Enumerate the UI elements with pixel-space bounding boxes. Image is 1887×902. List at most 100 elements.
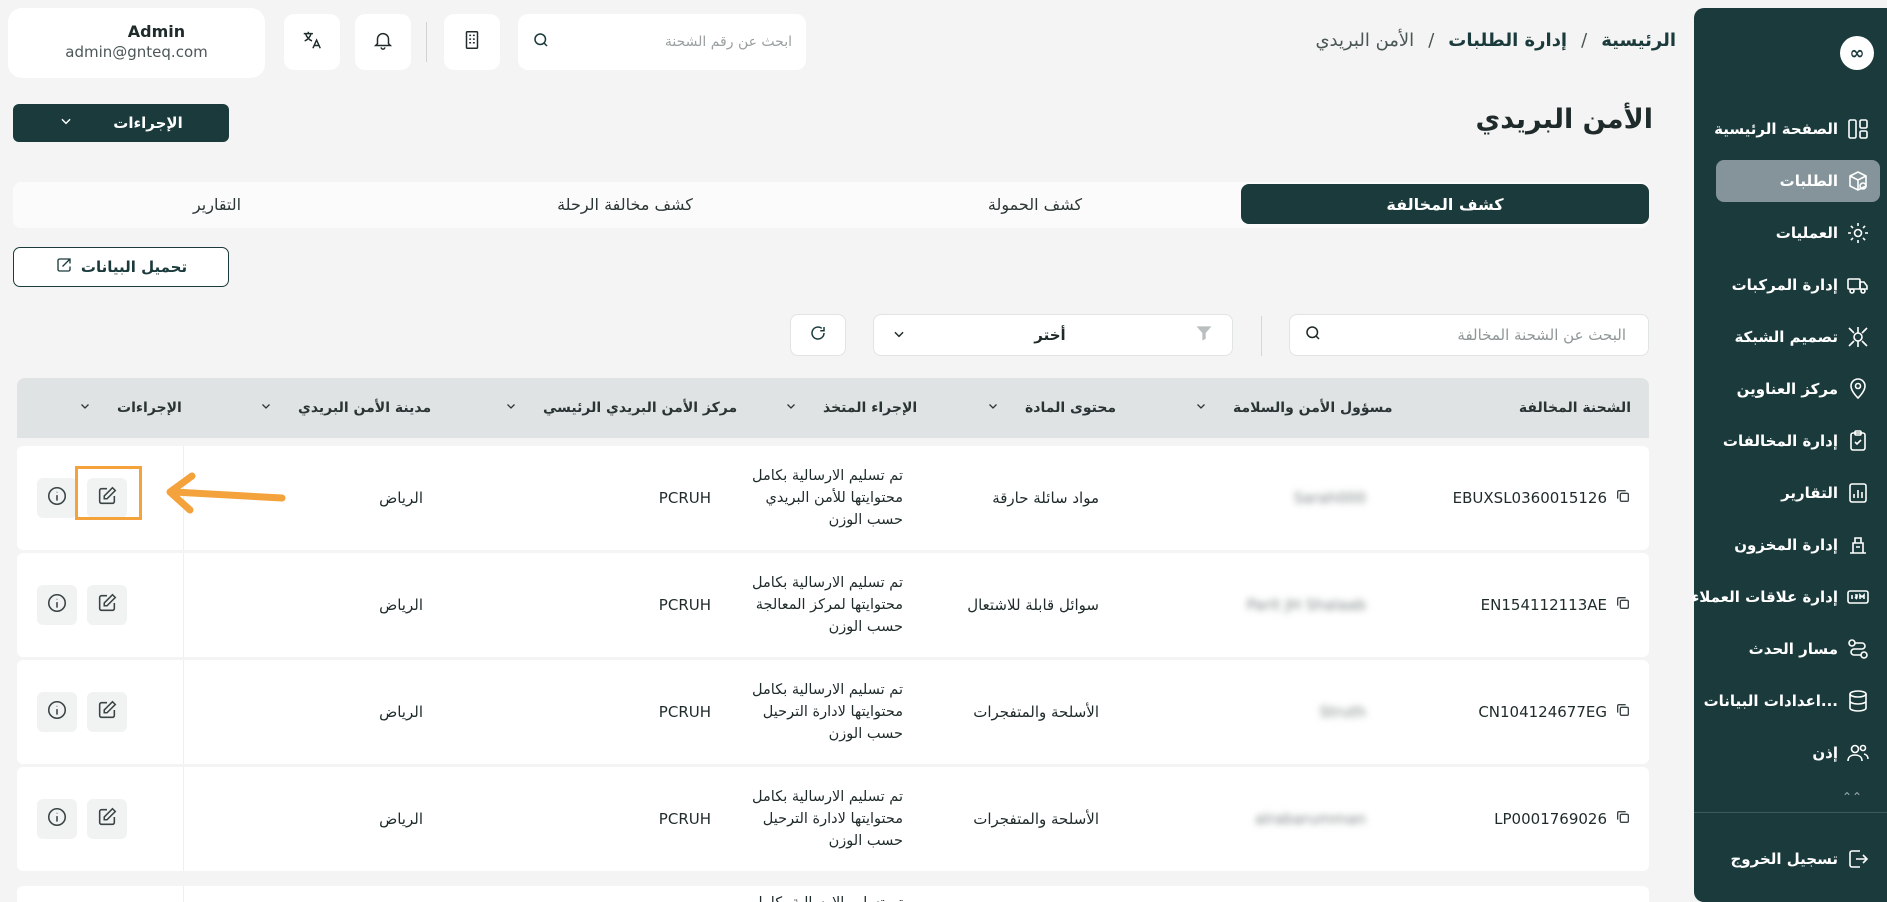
- bell-icon: [372, 29, 394, 55]
- shipment-cell: LP0001769026: [1494, 767, 1631, 871]
- table-header: الشحنة المخالفة مسؤول الأمن والسلامة محت…: [17, 378, 1649, 438]
- shipment-number[interactable]: CN104124677EG: [1478, 703, 1607, 721]
- table-row: EN154112113AE Parit JH Shalaab سوائل قابلة…: [17, 553, 1649, 657]
- load-data-button[interactable]: تحميل البيانات: [13, 247, 229, 287]
- sidebar-item-inventory[interactable]: إدارة المخزون: [1716, 524, 1880, 566]
- sidebar-item-vehicles[interactable]: إدارة المركبات: [1716, 264, 1880, 306]
- filter-select-value: أختر: [1034, 326, 1066, 344]
- package-icon: [1846, 169, 1870, 193]
- tab-trip-violation[interactable]: كشف مخالفة الرحلة: [421, 184, 829, 224]
- column-header-action-taken[interactable]: الإجراء المتخذ: [785, 378, 917, 438]
- info-icon: [46, 699, 68, 725]
- sidebar-item-data-settings[interactable]: اعدادات البيانات...: [1704, 680, 1880, 722]
- info-button[interactable]: [37, 585, 77, 625]
- filter-select[interactable]: أختر: [873, 314, 1233, 356]
- sidebar-item-event-path[interactable]: مسار الحدث: [1716, 628, 1880, 670]
- edit-icon: [96, 699, 118, 725]
- logout-button[interactable]: تسجيل الخروج: [1716, 838, 1880, 880]
- column-divider: [183, 553, 184, 657]
- action-taken-line: حسب الوزن: [828, 833, 903, 849]
- copy-icon[interactable]: [1615, 702, 1631, 722]
- edit-button[interactable]: [87, 692, 127, 732]
- column-header-label: محتوى المادة: [1025, 400, 1117, 416]
- breadcrumb-home[interactable]: الرئيسية: [1601, 30, 1676, 51]
- sidebar-item-addresses[interactable]: مركز العناوين: [1716, 368, 1880, 410]
- city-cell: الرياض: [379, 810, 423, 828]
- info-button[interactable]: [37, 692, 77, 732]
- column-header-label: الإجراء المتخذ: [823, 400, 918, 416]
- shipment-number[interactable]: EBUXSL0360015126: [1453, 489, 1607, 507]
- violation-search-bar: [1289, 314, 1649, 356]
- content-cell: الأسلحة والمتفجرات: [973, 810, 1099, 828]
- copy-icon[interactable]: [1615, 809, 1631, 829]
- notifications-button[interactable]: [355, 14, 411, 70]
- city-cell: الرياض: [379, 596, 423, 614]
- shipment-search-input[interactable]: [550, 34, 792, 50]
- officer-cell: Parit JH Shalaab: [1246, 596, 1366, 614]
- shipment-number[interactable]: EN154112113AE: [1481, 596, 1607, 614]
- edit-button-highlight: [75, 466, 142, 520]
- dashboard-icon: [1846, 117, 1870, 141]
- building-button[interactable]: [444, 14, 500, 70]
- column-header-label: مسؤول الأمن والسلامة: [1233, 400, 1393, 416]
- chevron-down-icon: [260, 400, 272, 416]
- content-cell: سوائل قابلة للاشتعال: [967, 596, 1099, 614]
- action-taken-cell: تم تسليم الارسالية بكامل محتوايتها لادارة…: [728, 767, 903, 871]
- chevron-down-icon: [505, 400, 517, 416]
- sidebar-item-label: إدارة المركبات: [1731, 276, 1838, 294]
- annotation-arrow: [166, 472, 286, 514]
- actions-dropdown-button[interactable]: الإجراءات: [13, 104, 229, 142]
- info-button[interactable]: [37, 478, 77, 518]
- violation-search-input[interactable]: [1322, 326, 1626, 344]
- sidebar-item-crm[interactable]: إدارة علاقات العملاء: [1692, 576, 1880, 618]
- copy-icon[interactable]: [1615, 488, 1631, 508]
- user-name: Admin: [127, 22, 186, 41]
- logout-label: تسجيل الخروج: [1730, 850, 1839, 868]
- edit-button[interactable]: [87, 799, 127, 839]
- sidebar-item-reports[interactable]: التقارير: [1716, 472, 1880, 514]
- column-header-shipment[interactable]: الشحنة المخالفة: [1519, 378, 1631, 438]
- copy-icon[interactable]: [1615, 595, 1631, 615]
- column-header-actions[interactable]: الإجراءات: [79, 378, 182, 438]
- column-header-label: مدينة الأمن البريدي: [298, 400, 432, 416]
- sidebar-item-violations[interactable]: إدارة المخالفات: [1716, 420, 1880, 462]
- tab-violation-detection[interactable]: كشف المخالفة: [1241, 184, 1649, 224]
- refresh-button[interactable]: [790, 314, 846, 356]
- column-header-label: مركز الأمن البريدي الرئيسي: [543, 400, 738, 416]
- sidebar-item-permissions[interactable]: إذن: [1716, 732, 1880, 774]
- sidebar-item-operations[interactable]: العمليات: [1716, 212, 1880, 254]
- breadcrumb-orders[interactable]: إدارة الطلبات: [1448, 30, 1567, 51]
- table-row: CN104124677EG Struth الأسلحة والمتفجرات تم …: [17, 660, 1649, 764]
- breadcrumb: الرئيسية / إدارة الطلبات / الأمن البريدي: [1315, 30, 1676, 51]
- search-icon: [1304, 324, 1322, 346]
- users-icon: [1846, 741, 1870, 765]
- user-card[interactable]: Admin admin@gnteq.com: [8, 8, 265, 78]
- tab-reports[interactable]: التقارير: [13, 184, 421, 224]
- center-cell: PCRUH: [658, 596, 711, 614]
- officer-cell: Sarah000: [1293, 489, 1366, 507]
- sidebar-item-network[interactable]: تصميم الشبكة: [1716, 316, 1880, 358]
- language-button[interactable]: [284, 14, 340, 70]
- info-button[interactable]: [37, 799, 77, 839]
- shipment-cell: EBUXSL0360015126: [1453, 446, 1631, 550]
- column-header-center[interactable]: مركز الأمن البريدي الرئيسي: [505, 378, 737, 438]
- sidebar-item-label: العمليات: [1775, 224, 1838, 242]
- column-header-officer[interactable]: مسؤول الأمن والسلامة: [1195, 378, 1393, 438]
- shipment-search-bar: [518, 14, 806, 70]
- action-taken-line: تم تسليم الارسالية بكامل: [752, 682, 903, 698]
- sidebar-item-label: التقارير: [1781, 484, 1838, 502]
- sidebar-item-home[interactable]: الصفحة الرئيسية: [1714, 108, 1880, 150]
- search-icon: [532, 31, 550, 53]
- tab-load-detection[interactable]: كشف الحمولة: [831, 184, 1239, 224]
- chevron-down-icon: [79, 400, 91, 416]
- clipboard-icon: [1846, 429, 1870, 453]
- sidebar-item-orders[interactable]: الطلبات: [1716, 160, 1880, 202]
- action-taken-line: حسب الوزن: [828, 726, 903, 742]
- chevron-down-icon: [987, 400, 999, 416]
- column-header-content[interactable]: محتوى المادة: [987, 378, 1116, 438]
- app-logo[interactable]: ∞: [1840, 36, 1874, 70]
- edit-button[interactable]: [87, 585, 127, 625]
- column-header-city[interactable]: مدينة الأمن البريدي: [260, 378, 431, 438]
- database-icon: [1846, 689, 1870, 713]
- shipment-number[interactable]: LP0001769026: [1494, 810, 1607, 828]
